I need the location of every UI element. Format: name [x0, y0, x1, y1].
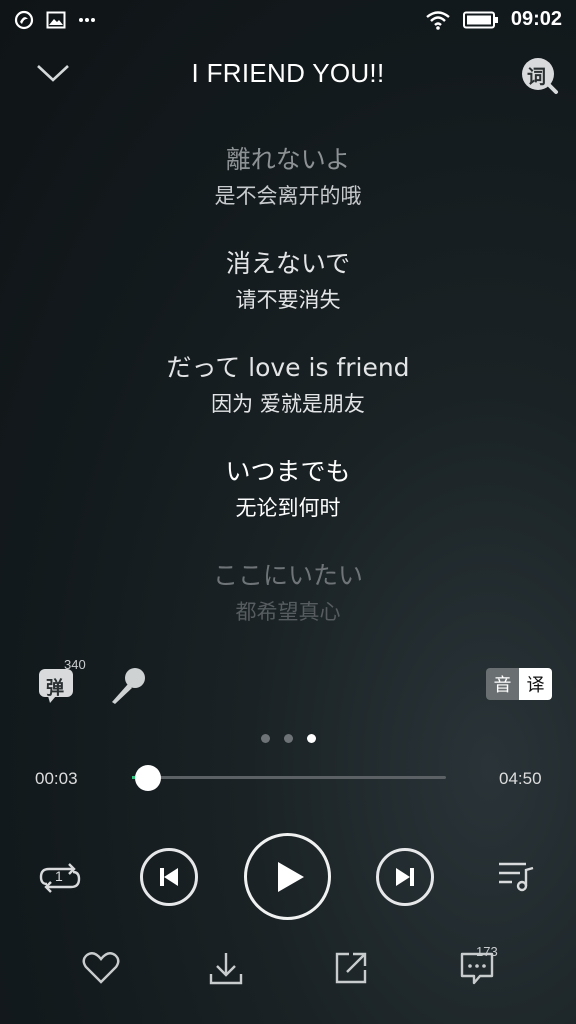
repeat-one-label: 1: [55, 868, 63, 884]
download-icon: [209, 953, 243, 985]
status-bar: 09:02: [0, 0, 576, 42]
lyric-line-current: いつまでも 无论到何时: [0, 452, 576, 556]
lyrics-panel[interactable]: 離れないよ 是不会离开的哦 消えないで 请不要消失 だって love is fr…: [0, 140, 576, 660]
lyric-button-label: 词: [527, 66, 547, 88]
translation-mode-button[interactable]: 译: [519, 668, 552, 700]
playlist-icon: [499, 862, 534, 892]
status-clock: 09:02: [510, 8, 562, 30]
repeat-one-button[interactable]: 1: [38, 858, 82, 898]
lyric-translation: 无论到何时: [235, 496, 341, 520]
current-time: 00:03: [35, 769, 78, 788]
app-notification-icon: [14, 10, 34, 30]
play-icon: [277, 861, 304, 892]
comment-count: 173: [476, 944, 498, 959]
lyric-original: だって love is friend: [166, 353, 410, 382]
more-notifications-icon: [79, 18, 95, 22]
lyric-original: いつまでも: [225, 457, 351, 486]
status-icons-right: 09:02: [425, 8, 562, 31]
wifi-icon: [426, 10, 450, 30]
song-title: I FRIEND YOU!!: [191, 58, 385, 88]
lyric-line: 消えないで 请不要消失: [0, 244, 576, 348]
skip-previous-icon: [160, 868, 178, 886]
play-button[interactable]: [244, 833, 331, 920]
next-button[interactable]: [376, 848, 434, 906]
seek-thumb[interactable]: [135, 765, 162, 791]
lyric-translation: 因为 爱就是朋友: [211, 392, 365, 416]
lyric-line: ここにいたい 都希望真心: [0, 556, 576, 660]
lyric-original: 消えないで: [225, 249, 351, 278]
page-dot-active: [306, 734, 316, 743]
lyric-search-button[interactable]: 词: [520, 56, 558, 94]
lyric-original: 離れないよ: [225, 145, 351, 174]
playlist-button[interactable]: [494, 856, 538, 896]
lyric-translation: 都希望真心: [235, 600, 341, 624]
page-indicator: [0, 734, 576, 743]
total-time: 04:50: [499, 769, 542, 788]
page-dot: [260, 734, 270, 743]
share-icon: [335, 952, 367, 984]
favorite-button[interactable]: [80, 948, 122, 988]
karaoke-button[interactable]: [108, 666, 148, 710]
danmu-label: 弹: [46, 678, 64, 699]
danmu-button[interactable]: 弹 340: [38, 657, 86, 709]
status-icons-left: [14, 10, 96, 30]
lyric-original: ここにいたい: [212, 561, 363, 590]
microphone-icon: [112, 668, 145, 704]
share-button[interactable]: [331, 948, 371, 988]
image-notification-icon: [46, 11, 66, 29]
heart-icon: [82, 952, 120, 984]
original-mode-button[interactable]: 音: [486, 668, 519, 700]
previous-button[interactable]: [140, 848, 198, 906]
danmu-count: 340: [64, 657, 86, 672]
lyric-translation: 请不要消失: [235, 288, 341, 312]
battery-icon: [462, 11, 498, 28]
seek-bar[interactable]: [132, 776, 446, 779]
page-dot: [283, 734, 293, 743]
lyric-mode-toggle[interactable]: 音 译: [486, 668, 552, 700]
comments-button[interactable]: 173: [456, 944, 498, 988]
lyric-line: だって love is friend 因为 爱就是朋友: [0, 348, 576, 452]
skip-next-icon: [396, 868, 414, 886]
lyric-translation: 是不会离开的哦: [214, 184, 362, 208]
download-button[interactable]: [206, 948, 246, 988]
lyric-line: 離れないよ 是不会离开的哦: [0, 140, 576, 244]
